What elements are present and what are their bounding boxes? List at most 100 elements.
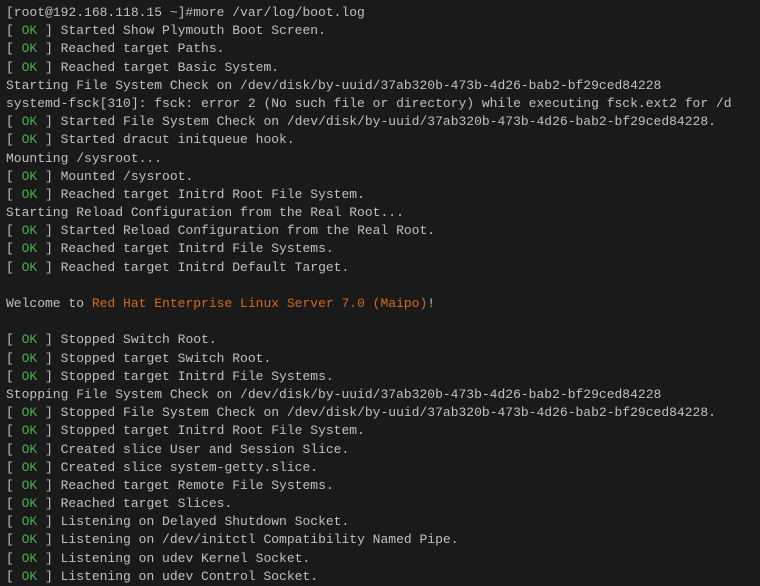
status-bracket: [ [6,496,22,511]
status-ok: OK [22,351,38,366]
status-bracket: ] [37,223,60,238]
log-message: Stopped target Initrd File Systems. [61,369,334,384]
log-line: [ OK ] Started Reload Configuration from… [6,222,754,240]
log-message: Stopping File System Check on /dev/disk/… [6,387,661,402]
log-message: Listening on udev Kernel Socket. [61,551,311,566]
status-bracket: [ [6,478,22,493]
log-message: Starting Reload Configuration from the R… [6,205,404,220]
log-line: [ OK ] Created slice User and Session Sl… [6,441,754,459]
status-bracket: ] [37,496,60,511]
status-bracket: ] [37,423,60,438]
status-bracket: ] [37,23,60,38]
log-line: Starting Reload Configuration from the R… [6,204,754,222]
status-ok: OK [22,532,38,547]
welcome-prefix: Welcome to [6,296,92,311]
status-bracket: ] [37,41,60,56]
status-bracket: [ [6,369,22,384]
status-ok: OK [22,423,38,438]
status-bracket: [ [6,442,22,457]
status-ok: OK [22,23,38,38]
log-line: [ OK ] Stopped File System Check on /dev… [6,404,754,422]
status-bracket: [ [6,132,22,147]
log-message: Stopped target Switch Root. [61,351,272,366]
status-ok: OK [22,223,38,238]
log-message: Started dracut initqueue hook. [61,132,295,147]
welcome-os-name: Red Hat Enterprise Linux Server 7.0 (Mai… [92,296,427,311]
log-line: [ OK ] Created slice system-getty.slice. [6,459,754,477]
log-line: [ OK ] Reached target Initrd File System… [6,240,754,258]
status-bracket: ] [37,132,60,147]
status-bracket: [ [6,569,22,584]
status-ok: OK [22,187,38,202]
status-bracket: ] [37,60,60,75]
status-bracket: [ [6,114,22,129]
welcome-suffix: ! [427,296,435,311]
log-line: [ OK ] Reached target Initrd Root File S… [6,186,754,204]
log-line: [ OK ] Reached target Slices. [6,495,754,513]
status-bracket: ] [37,114,60,129]
status-ok: OK [22,169,38,184]
status-ok: OK [22,132,38,147]
log-error: systemd-fsck[310]: fsck: error 2 (No suc… [6,96,732,111]
status-ok: OK [22,260,38,275]
log-message: Reached target Initrd File Systems. [61,241,334,256]
log-line: [ OK ] Reached target Basic System. [6,59,754,77]
status-bracket: ] [37,241,60,256]
status-bracket: ] [37,405,60,420]
status-bracket: [ [6,241,22,256]
status-bracket: [ [6,187,22,202]
boot-log-output: [ OK ] Started Show Plymouth Boot Screen… [6,22,754,586]
log-line: [ OK ] Stopped target Initrd Root File S… [6,422,754,440]
log-line [6,277,754,295]
log-message: Started Show Plymouth Boot Screen. [61,23,326,38]
log-message: Stopped Switch Root. [61,332,217,347]
status-ok: OK [22,369,38,384]
shell-prompt: [root@192.168.118.15 ~]#more /var/log/bo… [6,4,754,22]
log-line: systemd-fsck[310]: fsck: error 2 (No suc… [6,95,754,113]
log-message: Started File System Check on /dev/disk/b… [61,114,716,129]
log-line [6,313,754,331]
log-message: Listening on /dev/initctl Compatibility … [61,532,459,547]
log-line: [ OK ] Mounted /sysroot. [6,168,754,186]
status-ok: OK [22,442,38,457]
log-message: Stopped File System Check on /dev/disk/b… [61,405,716,420]
log-line: [ OK ] Listening on Delayed Shutdown Soc… [6,513,754,531]
log-line: [ OK ] Stopped target Switch Root. [6,350,754,368]
log-message: Started Reload Configuration from the Re… [61,223,435,238]
log-message: Created slice User and Session Slice. [61,442,350,457]
log-message: Stopped target Initrd Root File System. [61,423,365,438]
log-line: [ OK ] Started File System Check on /dev… [6,113,754,131]
status-bracket: [ [6,423,22,438]
log-message: Mounted /sysroot. [61,169,194,184]
status-bracket: ] [37,187,60,202]
status-bracket: ] [37,169,60,184]
status-ok: OK [22,405,38,420]
log-line: [ OK ] Started dracut initqueue hook. [6,131,754,149]
status-bracket: ] [37,532,60,547]
status-ok: OK [22,496,38,511]
status-bracket: [ [6,514,22,529]
status-ok: OK [22,478,38,493]
status-bracket: ] [37,569,60,584]
status-ok: OK [22,114,38,129]
log-line: [ OK ] Started Show Plymouth Boot Screen… [6,22,754,40]
log-line: [ OK ] Reached target Initrd Default Tar… [6,259,754,277]
status-ok: OK [22,60,38,75]
log-message: Created slice system-getty.slice. [61,460,318,475]
log-message: Reached target Paths. [61,41,225,56]
status-bracket: [ [6,60,22,75]
status-bracket: [ [6,223,22,238]
status-ok: OK [22,241,38,256]
log-message: Starting File System Check on /dev/disk/… [6,78,661,93]
status-ok: OK [22,514,38,529]
status-ok: OK [22,551,38,566]
log-message: Mounting /sysroot... [6,151,162,166]
status-bracket: [ [6,532,22,547]
log-line: Stopping File System Check on /dev/disk/… [6,386,754,404]
log-line: Mounting /sysroot... [6,150,754,168]
status-bracket: [ [6,169,22,184]
status-bracket: ] [37,332,60,347]
status-bracket: [ [6,551,22,566]
log-message: Reached target Initrd Root File System. [61,187,365,202]
log-line: [ OK ] Listening on udev Kernel Socket. [6,550,754,568]
